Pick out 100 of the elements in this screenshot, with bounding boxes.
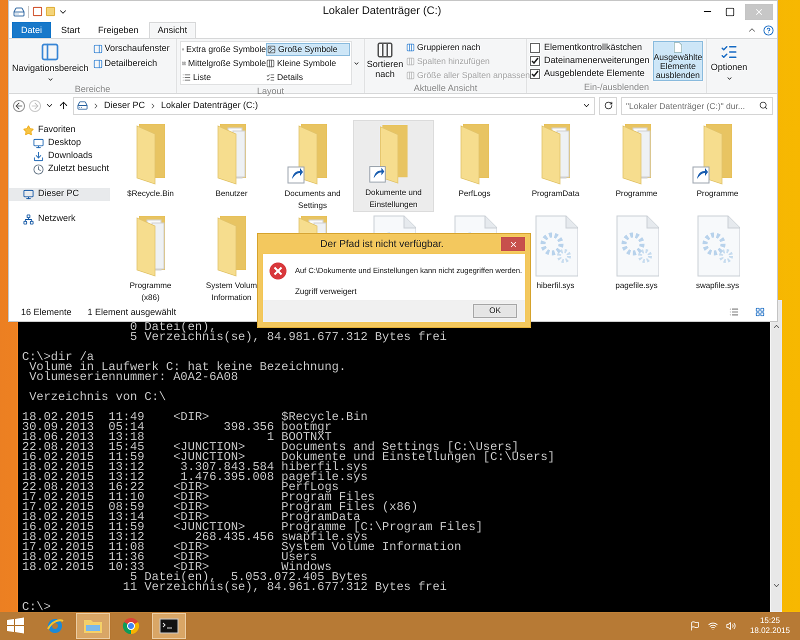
- console-line: Volumeseriennummer: A0A2-6A08: [28, 372, 238, 382]
- ribbon-tab[interactable]: Start: [53, 22, 88, 38]
- layout-option[interactable]: Extra große Symbole: [182, 43, 266, 56]
- help-icon[interactable]: [763, 25, 774, 36]
- view-icon: [266, 73, 275, 82]
- globe-icon: [46, 617, 64, 635]
- file-item[interactable]: ProgramData: [530, 120, 582, 212]
- console-line: 0 Datei(en),: [129, 322, 216, 332]
- console-line: 11 Verzeichnis(se), 84.961.677.312 Bytes frei: [122, 582, 447, 592]
- file-item[interactable]: PerfLogs: [448, 120, 500, 212]
- ribbon-tab[interactable]: Datei: [12, 22, 52, 38]
- checkbox[interactable]: [530, 68, 540, 79]
- navigation-item[interactable]: Zuletzt besucht: [9, 162, 110, 176]
- file-name: swapfile.sys: [696, 280, 740, 292]
- navigation-pane-icon: [40, 42, 60, 62]
- file-item[interactable]: $Recycle.Bin: [124, 120, 176, 212]
- file-item[interactable]: Benutzer: [206, 120, 258, 212]
- layout-option[interactable]: Große Symbole: [266, 43, 350, 56]
- details-view-icon[interactable]: [729, 307, 739, 318]
- view-icon: [182, 73, 191, 82]
- columns-icon: [406, 56, 415, 66]
- speaker-icon[interactable]: [726, 621, 736, 631]
- scroll-down-icon[interactable]: [772, 581, 780, 590]
- view-icon: [266, 59, 275, 68]
- console-line: 22.08.2013 15:45 <JUNCTION> Documents and Settings [C:\Users]: [22, 442, 519, 452]
- file-item[interactable]: hiberfil.sys: [534, 212, 578, 304]
- file-item[interactable]: Documents and Settings: [282, 120, 344, 212]
- sort-icon: [376, 41, 394, 60]
- console-line: 18.02.2015 11:49 <DIR> $Recycle.Bin: [22, 412, 368, 422]
- ribbon-tab[interactable]: Freigeben: [90, 22, 147, 38]
- columns-icon: [406, 70, 415, 80]
- navigation-item[interactable]: Dieser PC: [9, 188, 110, 201]
- drive-icon: [13, 6, 25, 18]
- navigation-item[interactable]: Downloads: [9, 150, 110, 163]
- close-icon: [508, 240, 518, 248]
- pane-button[interactable]: Detailbereich: [92, 56, 170, 70]
- file-item[interactable]: Programme: [692, 120, 744, 212]
- console-line: 18.02.2015 13:14 <DIR> ProgramData: [22, 512, 360, 522]
- checkbox[interactable]: [530, 42, 540, 53]
- checkbox-label: Elementkontrollkästchen: [544, 41, 642, 54]
- file-name: Benutzer: [215, 188, 248, 200]
- scroll-up-icon[interactable]: [772, 322, 780, 331]
- options-button[interactable]: Optionen: [707, 39, 751, 94]
- breadcrumb[interactable]: Dieser PC: [104, 99, 146, 113]
- file-name: PerfLogs: [458, 188, 491, 200]
- file-name: Dokumente und Einstellungen: [364, 186, 423, 211]
- console-line: 30.09.2013 05:14 398.356 bootmgr: [22, 422, 332, 432]
- breadcrumb[interactable]: Lokaler Datenträger (C:): [161, 99, 258, 113]
- navigation-item[interactable]: Netzwerk: [9, 212, 110, 226]
- navigation-item[interactable]: Desktop: [9, 136, 110, 150]
- address-field[interactable]: Dieser PC Lokaler Datenträger (C:): [73, 96, 595, 115]
- console-line: C:\>dir /a: [22, 352, 94, 362]
- close-icon: [754, 6, 764, 17]
- console-line: 17.02.2015 08:59 <DIR> Program Files (x86): [22, 502, 418, 512]
- hide-selected-button[interactable]: Ausgewählte Elemente ausblenden: [652, 41, 704, 82]
- sort-button[interactable]: Sortieren nach: [368, 41, 402, 82]
- large-icons-view-icon[interactable]: [755, 307, 765, 318]
- more-icon[interactable]: [353, 60, 360, 67]
- ribbon-tab[interactable]: Ansicht: [148, 22, 196, 38]
- up-icon[interactable]: [58, 100, 69, 112]
- refresh-button[interactable]: [599, 96, 617, 115]
- clock[interactable]: 15:25 18.02.2015: [750, 616, 790, 636]
- file-item[interactable]: Dokumente und Einstellungen: [353, 120, 434, 212]
- file-name: pagefile.sys: [615, 280, 658, 292]
- console-line: 18.02.2015 13:12 1.476.395.008 pagefile.sys: [22, 472, 368, 482]
- console-line: 18.02.2015 10:33 <DIR> Windows: [22, 562, 332, 572]
- navigation-item[interactable]: Favoriten: [9, 124, 110, 137]
- ok-button[interactable]: OK: [473, 304, 517, 318]
- pane-button[interactable]: Vorschaufenster: [92, 42, 170, 56]
- navigation-pane-button[interactable]: Navigationsbereich: [12, 42, 89, 83]
- file-item[interactable]: swapfile.sys: [696, 212, 740, 304]
- file-name: Programme: [696, 188, 738, 200]
- console-line: 16.02.2015 11:59 <JUNCTION> Dokumente und Einstellungen [C:\Users]: [22, 452, 555, 462]
- preview-pane-icon: [92, 44, 103, 54]
- file-item[interactable]: pagefile.sys: [614, 212, 658, 304]
- layout-option[interactable]: Details: [266, 71, 350, 84]
- network-icon[interactable]: [708, 621, 718, 631]
- maximize-icon[interactable]: [725, 6, 735, 17]
- file-item[interactable]: System Volum Information: [200, 212, 262, 304]
- layout-option[interactable]: Liste: [182, 71, 266, 84]
- flag-icon[interactable]: [690, 621, 700, 631]
- console-line: 18.06.2013 13:18 1 BOOTNXT: [22, 432, 332, 442]
- back-icon[interactable]: [13, 100, 25, 112]
- group-label: Ein-/ausblenden: [582, 81, 650, 94]
- taskbar-button[interactable]: [152, 613, 186, 639]
- file-item[interactable]: Programme (x86): [120, 212, 182, 304]
- checkbox[interactable]: [530, 56, 540, 66]
- selection-count: 1 Element ausgewählt: [88, 306, 176, 319]
- layout-option[interactable]: Mittelgroße Symbole: [182, 57, 266, 70]
- file-item[interactable]: Programme: [610, 120, 662, 212]
- view-command[interactable]: Gruppieren nach: [406, 41, 530, 54]
- item-count: 16 Elemente: [21, 306, 72, 319]
- refresh-icon: [604, 101, 612, 110]
- columns-icon: [406, 43, 415, 52]
- window-title: Lokaler Datenträger (C:): [322, 4, 442, 20]
- layout-option[interactable]: Kleine Symbole: [266, 57, 350, 70]
- search-field[interactable]: "Lokaler Datenträger (C:)" dur...: [621, 96, 773, 115]
- checkbox-label: Dateinamenerweiterungen: [544, 54, 650, 68]
- caret-icon: [46, 76, 54, 83]
- windows-logo-icon[interactable]: [6, 617, 26, 635]
